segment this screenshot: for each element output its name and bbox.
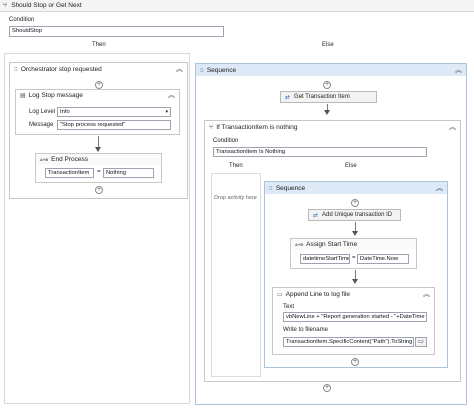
assign-header[interactable]: A+B Assign Start Time <box>291 239 416 250</box>
double-chevron-up-icon[interactable]: ︽ <box>449 123 456 132</box>
if-activity-header[interactable]: ⑂ Should Stop or Get Next <box>0 0 474 12</box>
add-activity-plus-icon[interactable]: + <box>351 199 359 207</box>
log-message-title: Log Stop message <box>28 92 83 99</box>
sequence-icon: ⁝⁝ <box>14 67 18 73</box>
double-chevron-up-icon[interactable]: ︽ <box>423 290 430 299</box>
inner-sequence-title: Sequence <box>275 184 306 192</box>
double-chevron-up-icon[interactable]: ︽ <box>168 91 175 100</box>
add-activity-plus-icon[interactable]: + <box>323 81 331 89</box>
condition-input[interactable]: ShouldStop <box>9 26 224 37</box>
drop-activity-hint: Drop activity here <box>214 195 257 201</box>
assign-icon: A+B <box>40 157 49 162</box>
log-level-label: Log Level <box>29 109 56 115</box>
get-transaction-item-activity[interactable]: ⇄ Get Transaction Item <box>280 91 377 103</box>
double-chevron-up-icon[interactable]: ︽ <box>436 184 443 193</box>
inner-else-label: Else <box>345 163 357 169</box>
sequence-header[interactable]: ⁝⁝ Sequence ︽ <box>196 64 466 76</box>
assign-icon: A+B <box>295 242 304 247</box>
log-level-select[interactable]: Info ▾ <box>57 107 171 117</box>
inner-then-label: Then <box>229 163 243 169</box>
add-transaction-title: Add Unique transaction ID <box>322 212 393 218</box>
inner-sequence-header[interactable]: ⁝⁝ Sequence ︽ <box>265 182 447 194</box>
add-activity-plus-icon[interactable]: + <box>323 384 331 392</box>
log-level-value: Info <box>60 109 70 115</box>
file-icon: ▭ <box>277 291 283 298</box>
connector-arrow <box>352 279 358 284</box>
log-icon: ▤ <box>20 93 26 99</box>
if-icon: ⑂ <box>209 123 214 131</box>
queue-icon: ⇄ <box>313 212 319 219</box>
end-process-right-input[interactable]: Nothing <box>103 168 154 178</box>
message-input[interactable]: "Stop process requested" <box>57 120 171 130</box>
append-header[interactable]: ▭ Append Line to log file ︽ <box>273 288 434 300</box>
drop-zone[interactable] <box>211 173 261 377</box>
end-process-header[interactable]: A+B End Process <box>36 154 161 165</box>
assign-right-input[interactable]: DateTime.Now <box>357 254 409 264</box>
filename-input[interactable]: TransactionItem.SpecificContent("Path").… <box>283 337 414 347</box>
orchestrator-title: Orchestrator stop requested <box>20 66 102 73</box>
write-filename-label: Write to filename <box>283 327 328 333</box>
assign-left-input[interactable]: datetimeStartTime <box>300 254 350 264</box>
assign-operator: = <box>352 255 356 261</box>
append-title: Append Line to log file <box>285 290 350 298</box>
transaction-icon: ⇄ <box>285 94 291 101</box>
inner-if-title: If TransactionItem is nothing <box>216 123 298 131</box>
inner-if-header[interactable]: ⑂ If TransactionItem is nothing ︽ <box>205 121 460 133</box>
add-activity-plus-icon[interactable]: + <box>95 186 103 194</box>
sequence-title: Sequence <box>206 66 237 74</box>
connector-arrow <box>95 147 101 152</box>
inner-condition-input[interactable]: TransactionItem Is Nothing <box>213 147 427 157</box>
condition-label: Condition <box>9 17 35 23</box>
activity-title: Should Stop or Get Next <box>11 2 82 9</box>
inner-condition-label: Condition <box>213 138 239 144</box>
log-message-header[interactable]: ▤ Log Stop message ︽ <box>16 90 179 101</box>
add-unique-transaction-activity[interactable]: ⇄ Add Unique transaction ID <box>308 209 401 221</box>
text-input[interactable]: vbNewLine + "Report generation started -… <box>283 312 427 322</box>
get-transaction-title: Get Transaction Item <box>294 94 350 100</box>
then-label: Then <box>92 42 106 48</box>
assign-title: Assign Start Time <box>306 241 358 248</box>
message-label: Message <box>29 122 54 128</box>
connector-arrow <box>352 231 358 236</box>
end-process-left-input[interactable]: TransactionItem <box>45 168 94 178</box>
sequence-icon: ⁝⁝ <box>269 185 273 192</box>
add-activity-plus-icon[interactable]: + <box>95 81 103 89</box>
orchestrator-header[interactable]: ⁝⁝ Orchestrator stop requested ︽ <box>10 63 187 76</box>
add-activity-plus-icon[interactable]: + <box>351 358 359 366</box>
chevron-down-icon[interactable]: ▾ <box>165 108 168 116</box>
if-icon: ⑂ <box>3 2 8 9</box>
connector-arrow <box>324 110 330 115</box>
double-chevron-up-icon[interactable]: ︽ <box>176 65 183 74</box>
folder-icon[interactable]: ▭ <box>415 337 427 347</box>
else-label: Else <box>322 42 334 48</box>
sequence-icon: ⁝⁝ <box>200 67 204 74</box>
end-process-title: End Process <box>51 156 88 163</box>
assign-operator: = <box>97 169 101 175</box>
text-label: Text <box>283 304 295 310</box>
double-chevron-up-icon[interactable]: ︽ <box>455 66 462 75</box>
